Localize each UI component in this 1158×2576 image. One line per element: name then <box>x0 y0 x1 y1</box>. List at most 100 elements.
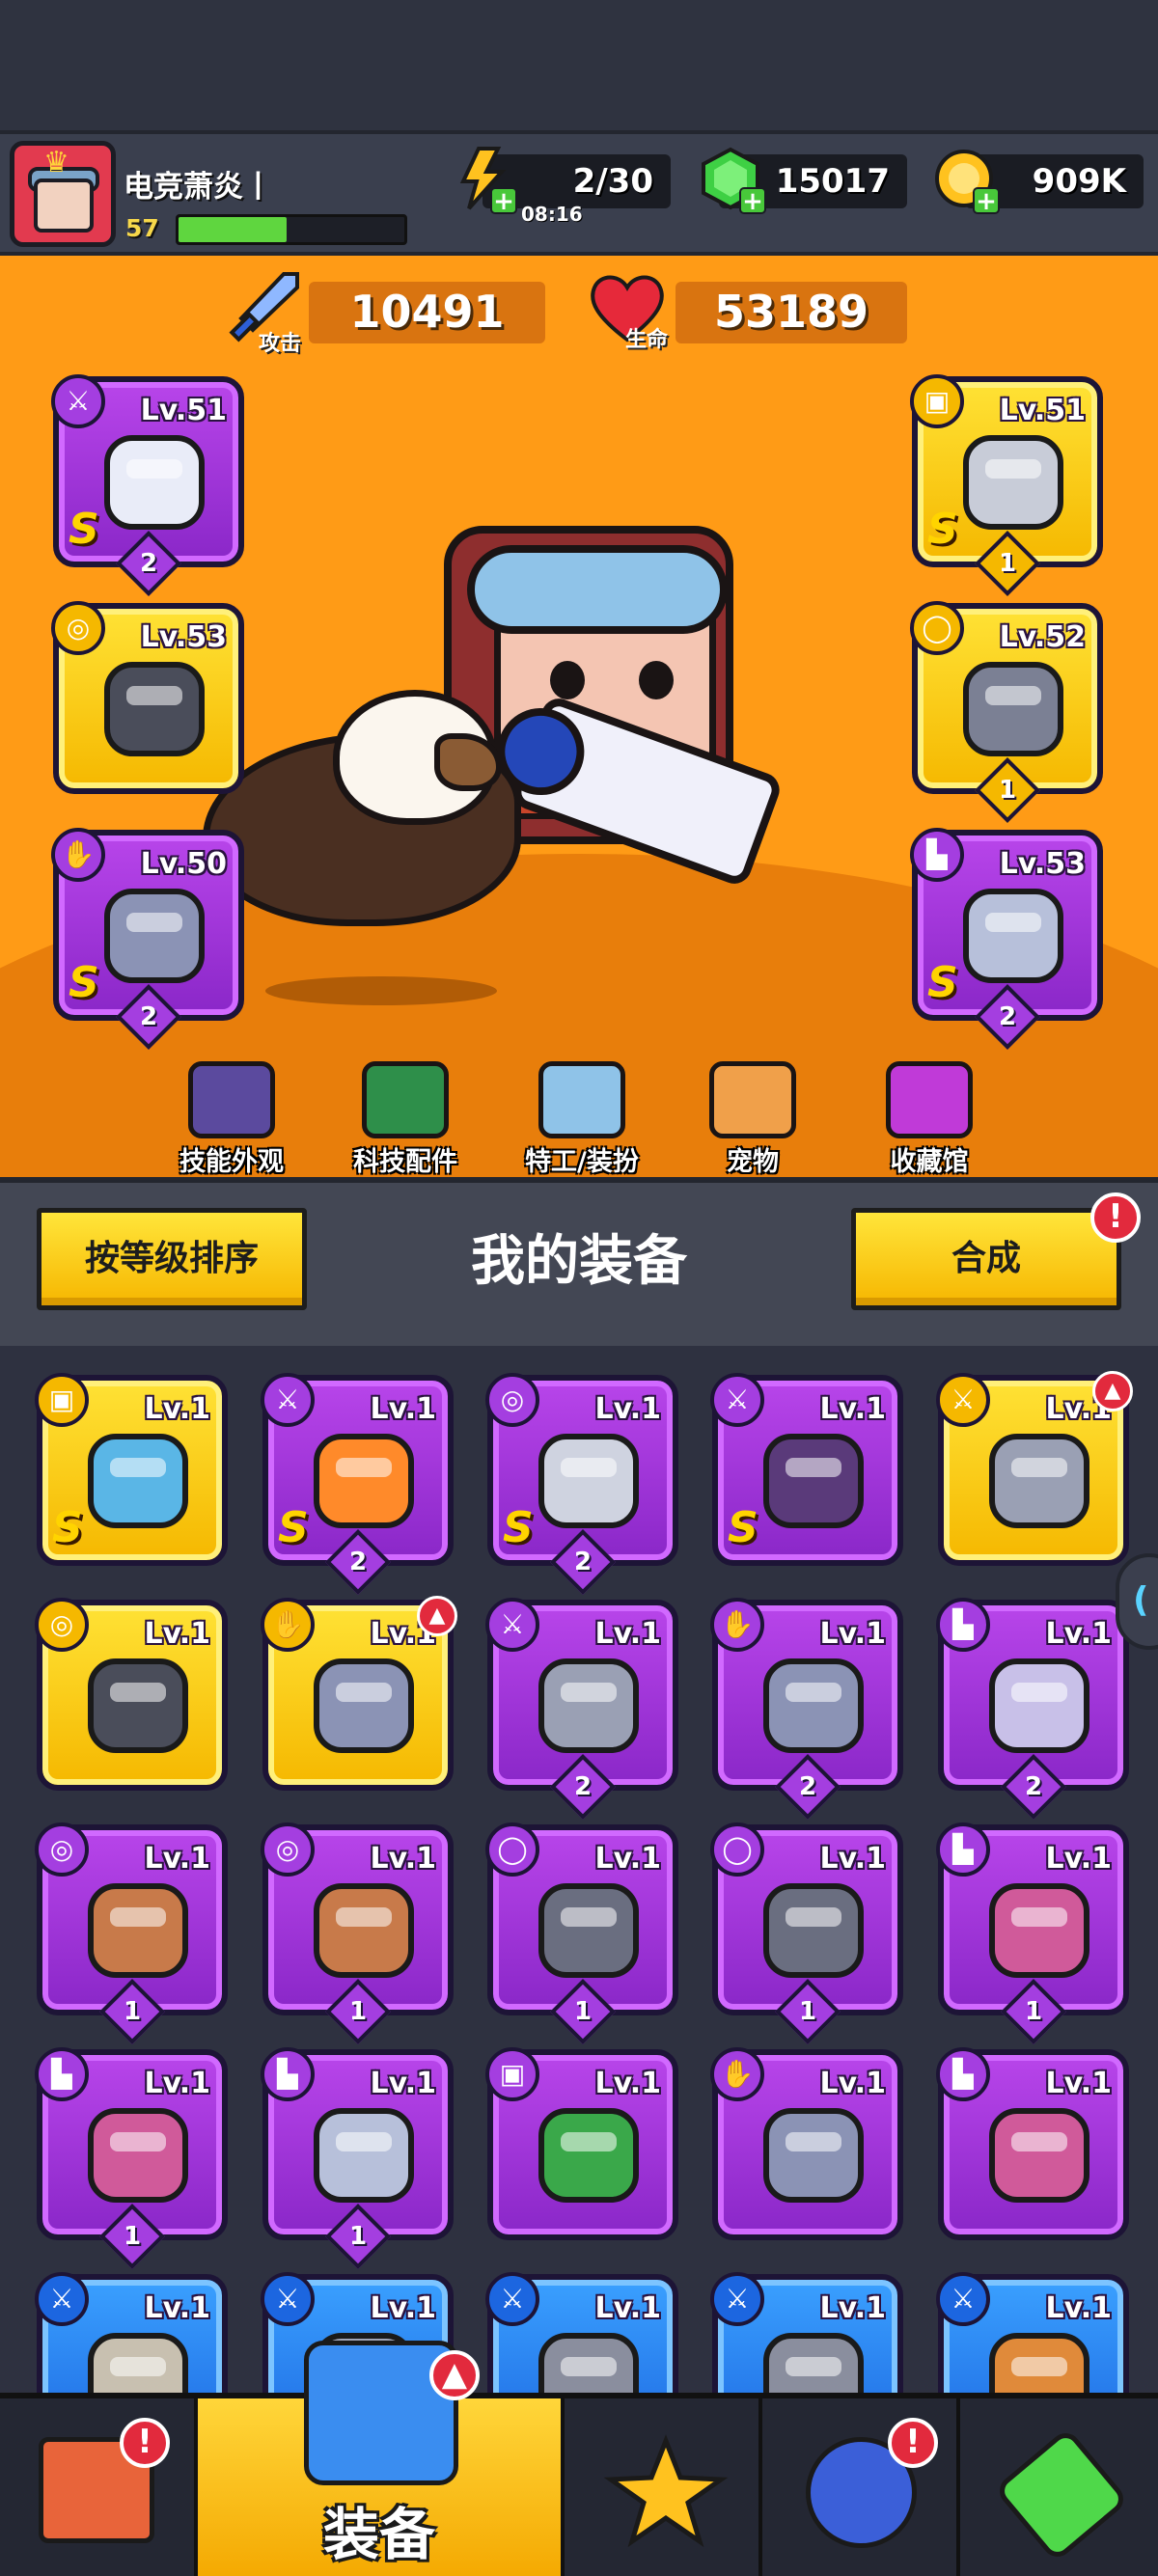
inventory-item[interactable]: ◎ Lv.1 1 <box>261 1822 454 2044</box>
item-star-count: 1 <box>325 1979 391 2044</box>
energy-timer: 08:16 <box>521 203 583 226</box>
claw-boots-icon <box>979 1873 1100 1988</box>
spiked-collar-icon <box>94 651 215 767</box>
item-level: Lv.1 <box>144 2291 211 2325</box>
gem-icon[interactable]: + <box>699 147 766 214</box>
inventory-item[interactable]: ⚔ Lv.1 <box>485 2272 678 2393</box>
menu-pets[interactable]: 宠物 <box>680 1061 825 1177</box>
inventory-item[interactable]: ◎ Lv.1 <box>35 1598 228 1791</box>
item-level: Lv.53 <box>140 620 227 654</box>
tab-battle[interactable] <box>565 2398 762 2576</box>
necklace-icon: ◎ <box>261 1822 315 1877</box>
tab-shop[interactable]: ! <box>0 2398 198 2576</box>
tab-world[interactable]: ! <box>762 2398 960 2576</box>
inventory-item[interactable]: ▙ Lv.1 2 <box>936 1598 1129 1820</box>
inventory-item[interactable]: ✋ Lv.1 <box>710 2047 903 2240</box>
inventory-item[interactable]: ⚔ Lv.1 <box>35 2272 228 2393</box>
merge-button[interactable]: 合成 <box>851 1208 1121 1310</box>
inventory-item[interactable]: ⚔ Lv.1 <box>936 2272 1129 2393</box>
collection-icon <box>886 1061 973 1138</box>
equipped-armor-slot[interactable]: ▣ Lv.51 S 1 <box>910 374 1103 596</box>
player-name: 电竞萧炎丨 <box>124 170 273 205</box>
revolver-icon <box>753 2322 874 2393</box>
tab-equipment-label: 装备 <box>322 2502 435 2567</box>
tab-lab[interactable] <box>960 2398 1158 2576</box>
world-alert-badge: ! <box>888 2418 938 2468</box>
belt-icon: ◯ <box>485 1822 539 1877</box>
status-area <box>0 0 1158 130</box>
add-coins-button[interactable]: + <box>973 187 1000 214</box>
belt-icon: ◯ <box>910 601 964 655</box>
inventory-item[interactable]: ⚔ Lv.1 ▲ <box>936 1371 1133 1566</box>
inventory-item[interactable]: ⚔ Lv.1 2 <box>485 1598 678 1820</box>
inventory-item[interactable]: ▙ Lv.1 1 <box>936 1822 1129 2044</box>
bottom-navigation: ! ▲ 装备 ! <box>0 2341 1158 2576</box>
boot-icon: ▙ <box>35 2047 89 2101</box>
coin-icon[interactable]: + <box>932 147 1000 214</box>
inventory-item[interactable]: ✋ Lv.1 2 <box>710 1598 903 1820</box>
add-energy-button[interactable]: + <box>490 187 517 214</box>
item-level: Lv.1 <box>819 2067 887 2100</box>
inventory-item[interactable]: ◯ Lv.1 1 <box>710 1822 903 2044</box>
item-star-count-value: 2 <box>1024 1772 1043 1801</box>
inventory-grid[interactable]: ▣ Lv.1 S ⚔ Lv.1 S 2 ◎ Lv.1 S 2 ⚔ Lv.1 S ⚔ Lv.1 ▲ ◎ Lv.1 ✋ Lv… <box>0 1346 1158 2393</box>
equipped-boots-slot[interactable]: ▙ Lv.53 S 2 <box>910 828 1103 1050</box>
item-star-count-value: 1 <box>573 1997 593 2026</box>
item-level: Lv.1 <box>1045 1842 1113 1876</box>
equipped-gloves-slot[interactable]: ✋ Lv.50 S 2 <box>51 828 244 1050</box>
item-level: Lv.1 <box>144 2067 211 2100</box>
inventory-item[interactable]: ▣ Lv.1 <box>485 2047 678 2240</box>
equipped-necklace-slot[interactable]: ◎ Lv.53 <box>51 601 244 794</box>
kunai-icon <box>528 1648 649 1764</box>
item-star-count-value: 2 <box>998 1002 1017 1031</box>
equipped-belt-slot[interactable]: ◯ Lv.52 1 <box>910 601 1103 823</box>
necklace-icon: ◎ <box>51 601 105 655</box>
menu-collection[interactable]: 收藏馆 <box>857 1061 1002 1177</box>
inventory-item[interactable]: ⚔ Lv.1 S <box>710 1373 903 1566</box>
item-level: Lv.1 <box>594 2291 662 2325</box>
item-level: Lv.50 <box>140 847 227 881</box>
hp-stat: 53189 <box>676 282 907 343</box>
hp-label: 生命 <box>625 328 669 352</box>
inventory-item[interactable]: ▙ Lv.1 <box>936 2047 1129 2240</box>
item-star-count: 1 <box>550 1979 616 2044</box>
item-star-count-value: 1 <box>998 776 1017 805</box>
equipped-weapon-slot[interactable]: ⚔ Lv.51 S 2 <box>51 374 244 596</box>
inventory-item[interactable]: ▙ Lv.1 1 <box>35 2047 228 2269</box>
gun-icon <box>94 425 215 540</box>
shirt-icon: ▣ <box>910 374 964 428</box>
inventory-item[interactable]: ◎ Lv.1 S 2 <box>485 1373 678 1595</box>
item-level: Lv.1 <box>144 1617 211 1651</box>
inventory-item[interactable]: ◯ Lv.1 1 <box>485 1822 678 2044</box>
inventory-item[interactable]: ▙ Lv.1 1 <box>261 2047 454 2269</box>
item-star-count: 1 <box>99 2204 165 2269</box>
menu-skill-skins[interactable]: 技能外观 <box>159 1061 304 1177</box>
item-level: Lv.1 <box>594 2067 662 2100</box>
inventory-item[interactable]: ◎ Lv.1 1 <box>35 1822 228 2044</box>
baseball-bat-icon <box>979 2322 1100 2393</box>
item-star-count: 2 <box>550 1529 616 1595</box>
player-avatar[interactable]: ♛ <box>10 141 116 247</box>
item-level: Lv.1 <box>1045 1617 1113 1651</box>
sneaker-icon <box>979 1648 1100 1764</box>
item-grade: S <box>927 505 958 554</box>
side-drawer-handle[interactable]: ( <box>1116 1553 1158 1650</box>
tab-equipment[interactable]: ▲ 装备 <box>198 2341 565 2576</box>
item-star-count: 2 <box>775 1754 841 1820</box>
xp-bar <box>176 214 407 245</box>
inventory-item[interactable]: ⚔ Lv.1 S 2 <box>261 1373 454 1595</box>
menu-tech-parts[interactable]: 科技配件 <box>333 1061 478 1177</box>
item-grade: S <box>69 958 99 1007</box>
gauntlet-icon <box>303 1648 425 1764</box>
energy-icon[interactable]: + <box>450 147 517 214</box>
inventory-item[interactable]: ⚔ Lv.1 <box>710 2272 903 2393</box>
item-level: Lv.1 <box>594 1842 662 1876</box>
inventory-item[interactable]: ▣ Lv.1 S <box>35 1373 228 1566</box>
boot-icon: ▙ <box>261 2047 315 2101</box>
menu-agent-costume[interactable]: 特工/装扮 <box>510 1061 654 1177</box>
drawer-arrow-icon: ( <box>1133 1580 1149 1620</box>
add-gems-button[interactable]: + <box>739 187 766 214</box>
sword-icon: ⚔ <box>485 2272 539 2326</box>
drill-icon <box>77 2322 199 2393</box>
inventory-item[interactable]: ✋ Lv.1 ▲ <box>261 1596 457 1791</box>
